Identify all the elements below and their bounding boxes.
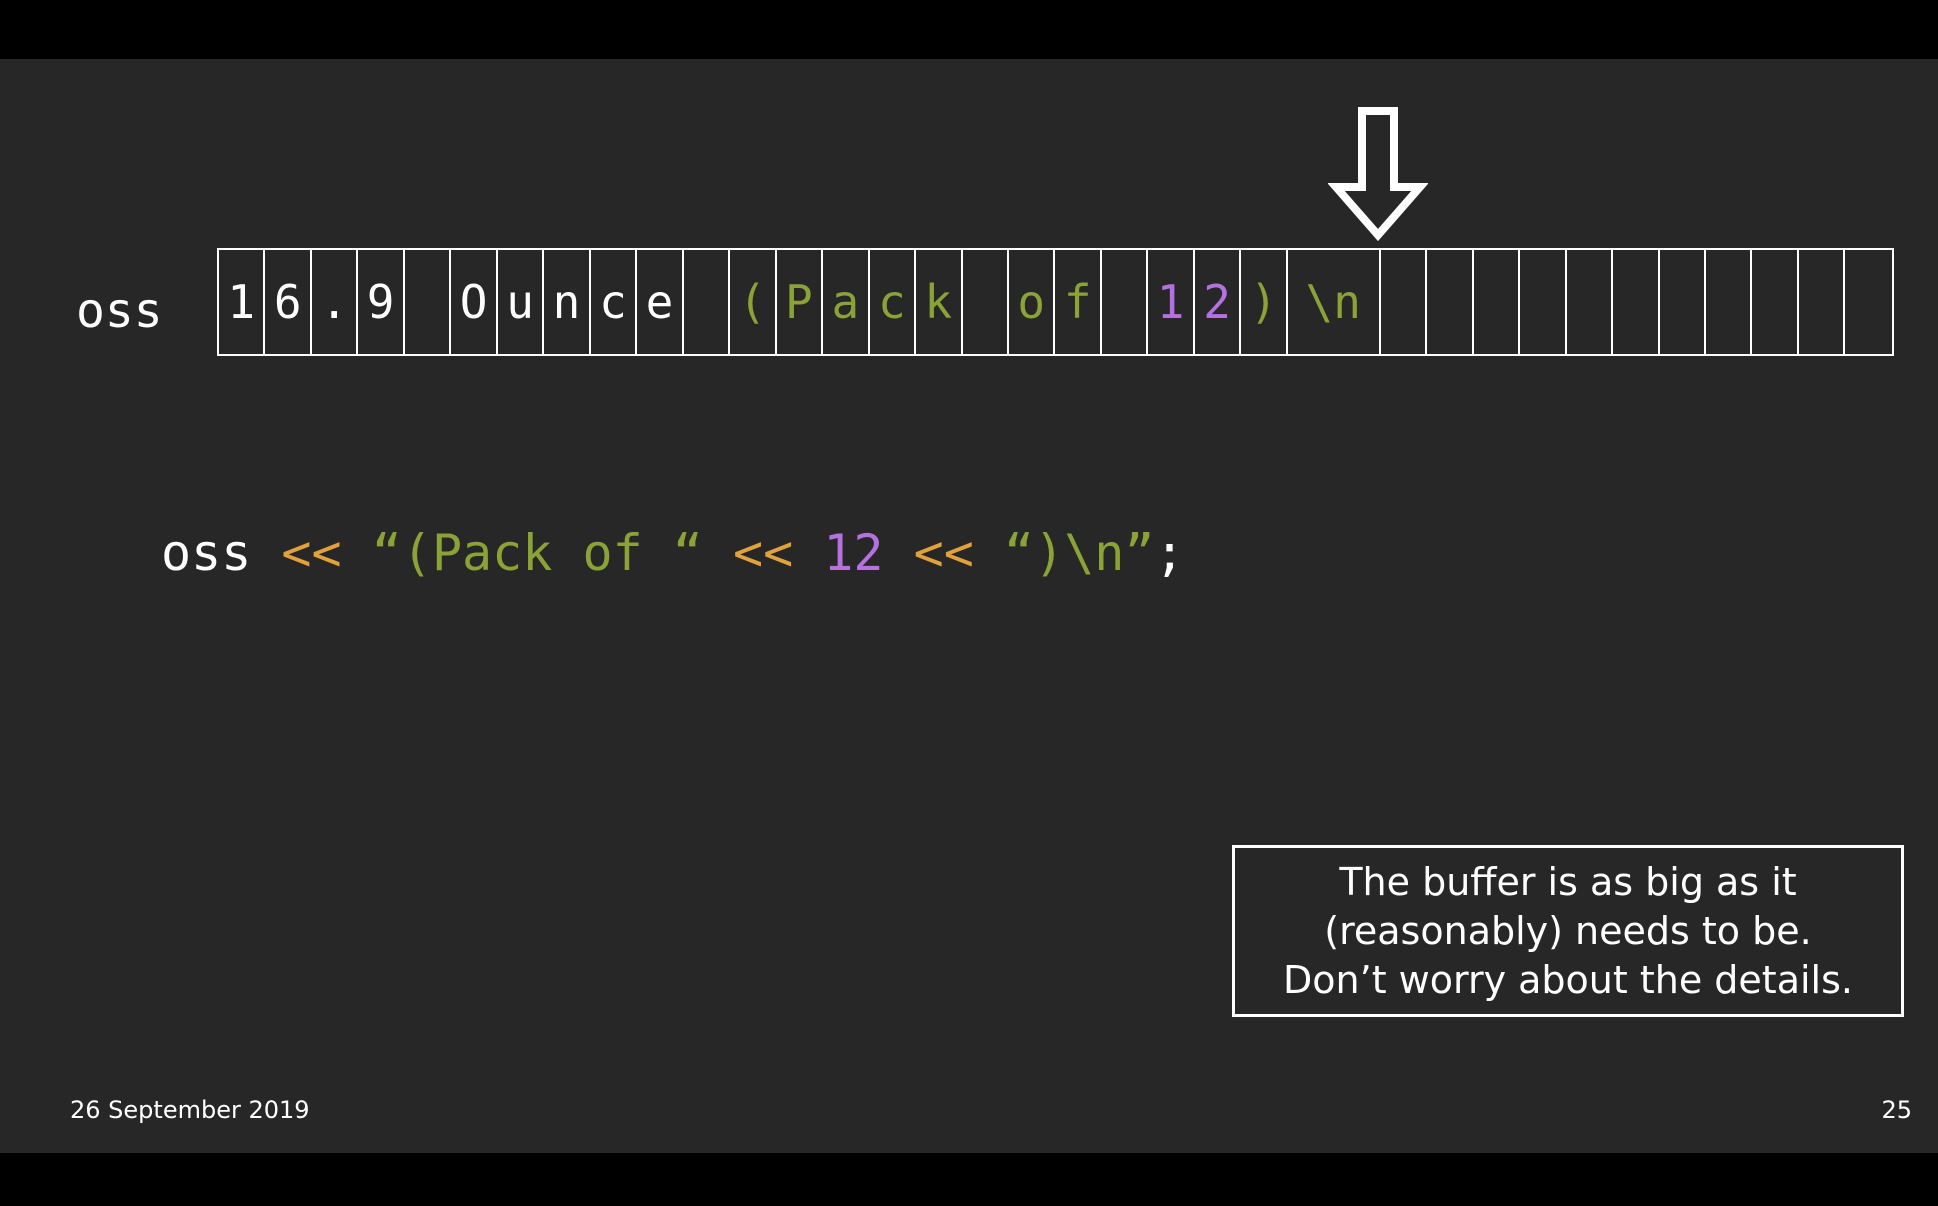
buffer-cell: 2 <box>1195 250 1242 354</box>
buffer-cell-empty <box>1799 250 1846 354</box>
buffer-cell-empty <box>1474 250 1521 354</box>
buffer-cell-empty <box>405 250 452 354</box>
buffer-cell: ( <box>730 250 777 354</box>
slide-number: 25 <box>1881 1096 1912 1124</box>
buffer-cell-empty <box>684 250 731 354</box>
buffer-cell: 9 <box>358 250 405 354</box>
buffer-cell: . <box>312 250 359 354</box>
buffer-cell: 6 <box>265 250 312 354</box>
code-statement: oss << “(Pack of “ << 12 << “)\n”; <box>161 524 1185 582</box>
buffer-cells: 1 6. 9 Ou n c e(Pa c k o f 1 2) \n <box>217 248 1894 356</box>
slide: oss 1 6. 9 Ou n c e(Pa c k o f 1 2) \n oss << “(Pack … <box>0 59 1938 1153</box>
video-frame: oss 1 6. 9 Ou n c e(Pa c k o f 1 2) \n oss << “(Pack … <box>0 0 1938 1206</box>
buffer-cell-empty <box>1567 250 1614 354</box>
buffer-cell: k <box>916 250 963 354</box>
code-token-string: “(Pack of “ <box>371 524 703 582</box>
buffer-cell: n <box>544 250 591 354</box>
buffer-cell-empty <box>1660 250 1706 354</box>
buffer-cell-empty <box>1706 250 1753 354</box>
buffer-cell-empty <box>1427 250 1474 354</box>
buffer-cell-empty <box>1381 250 1428 354</box>
buffer-cell-empty <box>963 250 1009 354</box>
buffer-cell: 1 <box>1148 250 1195 354</box>
code-token-text: ; <box>1154 524 1185 582</box>
buffer-cell-empty <box>1520 250 1567 354</box>
buffer-cell: c <box>870 250 917 354</box>
buffer-cell: a <box>823 250 870 354</box>
buffer-label: oss <box>76 283 163 339</box>
buffer-cell: u <box>498 250 545 354</box>
code-token-operator: << <box>913 524 974 582</box>
buffer-cell: O <box>451 250 498 354</box>
code-token-text: oss <box>161 524 282 582</box>
down-arrow-shape <box>1328 107 1428 242</box>
footer-date: 26 September 2019 <box>70 1096 310 1124</box>
buffer-cell-empty <box>1845 250 1891 354</box>
buffer-cell: ) <box>1241 250 1288 354</box>
code-token-operator: << <box>733 524 794 582</box>
buffer-cell: P <box>777 250 824 354</box>
code-token-string: “)\n” <box>1003 524 1155 582</box>
buffer-cell-empty <box>1752 250 1799 354</box>
code-token-operator: << <box>281 524 342 582</box>
buffer-cell: o <box>1009 250 1056 354</box>
buffer-cell: \n <box>1288 250 1381 354</box>
buffer-cell: c <box>591 250 638 354</box>
buffer-cell-empty <box>1613 250 1660 354</box>
note-line: (reasonably) needs to be. <box>1324 908 1812 953</box>
buffer-cell-empty <box>1102 250 1149 354</box>
note-line: The buffer is as big as it <box>1339 859 1797 904</box>
note-line: Don’t worry about the details. <box>1283 957 1853 1002</box>
buffer-cell: 1 <box>219 250 266 354</box>
buffer-cell: f <box>1055 250 1102 354</box>
code-token-number: 12 <box>823 524 884 582</box>
note-box: The buffer is as big as it (reasonably) … <box>1232 845 1904 1017</box>
down-arrow-icon <box>1328 107 1428 242</box>
buffer-cell: e <box>637 250 684 354</box>
